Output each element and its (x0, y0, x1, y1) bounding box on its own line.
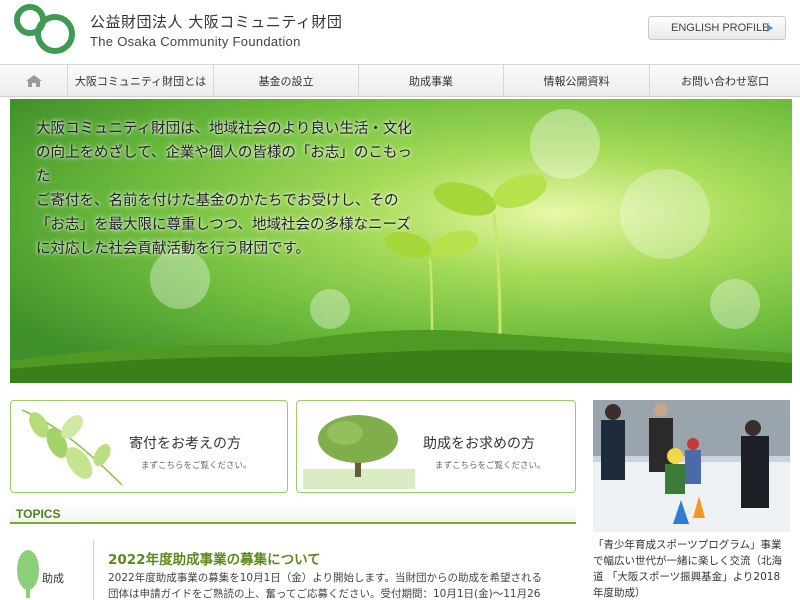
topics-header-bg (10, 503, 576, 523)
leaves-icon (21, 409, 123, 486)
bokeh-light (710, 279, 760, 329)
news-title-link[interactable]: 2022年度助成事業の募集について (108, 548, 321, 568)
sports-program-photo[interactable] (593, 400, 790, 532)
nav-item-contact[interactable]: お問い合わせ窓口 (650, 65, 800, 96)
nav-item-about[interactable]: 大阪コミュニティ財団とは (68, 65, 214, 96)
news-body-line: 団体は申請ガイドをご熟読の上、奮ってご応募ください。受付期間：10月1日(金)～… (108, 588, 541, 600)
tree-icon (303, 415, 415, 489)
main-nav: 大阪コミュニティ財団とは 基金の設立 助成事業 情報公開資料 お問い合わせ窓口 (0, 64, 800, 97)
grant-card-subtitle: まずこちらをご覧ください。 (435, 461, 546, 471)
donate-card-subtitle: まずこちらをご覧ください。 (141, 461, 252, 471)
donate-card[interactable]: 寄付をお考えの方 まずこちらをご覧ください。 (10, 400, 288, 493)
nav-item-label: 助成事業 (409, 74, 453, 88)
grass-hill (10, 329, 792, 383)
english-profile-button[interactable]: ENGLISH PROFILE (648, 16, 786, 40)
caption-line: で幅広い世代が一緒に楽しく交流（北海 (593, 555, 782, 567)
hero-line: 「お志」を最大限に尊重しつつ、地域社会の多様なニーズ (36, 217, 411, 233)
play-arrow-icon (767, 24, 773, 32)
nav-home[interactable] (0, 65, 68, 96)
caption-line: 「青少年育成スポーツプログラム」事業 (593, 539, 782, 551)
nav-item-grants[interactable]: 助成事業 (359, 65, 504, 96)
topics-heading: TOPICS (16, 507, 61, 521)
hero-line: の向上をめざして、企業や個人の皆様の「お志」のこもった (36, 145, 412, 185)
org-name-jp[interactable]: 公益財団法人 大阪コミュニティ財団 (90, 11, 342, 32)
hero-line: ご寄付を、名前を付けた基金のかたちでお受けし、その (36, 193, 399, 209)
hero-line: 大阪コミュニティ財団は、地域社会のより良い生活・文化 (36, 121, 412, 137)
caption-line: 年度助成） (593, 587, 646, 599)
nav-item-fund-setup[interactable]: 基金の設立 (214, 65, 359, 96)
hero-message: 大阪コミュニティ財団は、地域社会のより良い生活・文化 の向上をめざして、企業や個… (36, 117, 426, 261)
nav-item-label: 基金の設立 (258, 74, 314, 88)
nav-item-label: 情報公開資料 (543, 74, 610, 88)
hero-line: に対応した社会貢献活動を行う財団です。 (36, 241, 311, 257)
nav-item-label: 大阪コミュニティ財団とは (74, 74, 207, 88)
nav-item-disclosure[interactable]: 情報公開資料 (504, 65, 650, 96)
photo-caption: 「青少年育成スポーツプログラム」事業 で幅広い世代が一緒に楽しく交流（北海 道 … (593, 537, 793, 600)
news-body: 2022年度助成事業の募集を10月1日（金）より開始します。当財団からの助成を希… (108, 570, 576, 600)
site-header: 公益財団法人 大阪コミュニティ財団 The Osaka Community Fo… (0, 0, 800, 64)
grant-card-title: 助成をお求めの方 (423, 436, 535, 452)
hero-banner: 大阪コミュニティ財団は、地域社会のより良い生活・文化 の向上をめざして、企業や個… (10, 99, 792, 383)
caption-line: 道 「大阪スポーツ振興基金」より2018 (593, 571, 781, 583)
bokeh-light (620, 169, 710, 259)
english-profile-label: ENGLISH PROFILE (671, 22, 770, 34)
news-category-label: 助成 (42, 572, 64, 585)
donate-card-title: 寄付をお考えの方 (129, 436, 241, 452)
nav-item-label: お問い合わせ窓口 (681, 74, 769, 88)
foundation-logo-icon[interactable] (12, 2, 78, 56)
grant-card[interactable]: 助成をお求めの方 まずこちらをご覧ください。 (296, 400, 576, 493)
topics-divider (10, 522, 576, 524)
news-item: 助成 2022年度助成事業の募集について 2022年度助成事業の募集を10月1日… (10, 540, 576, 600)
org-name-en[interactable]: The Osaka Community Foundation (90, 34, 301, 49)
ice-skating-photo-icon (593, 400, 790, 532)
news-category-cell: 助成 (10, 540, 94, 600)
home-icon (25, 74, 42, 87)
tree-category-icon (17, 550, 39, 598)
news-body-line: 2022年度助成事業の募集を10月1日（金）より開始します。当財団からの助成を希… (108, 572, 543, 584)
